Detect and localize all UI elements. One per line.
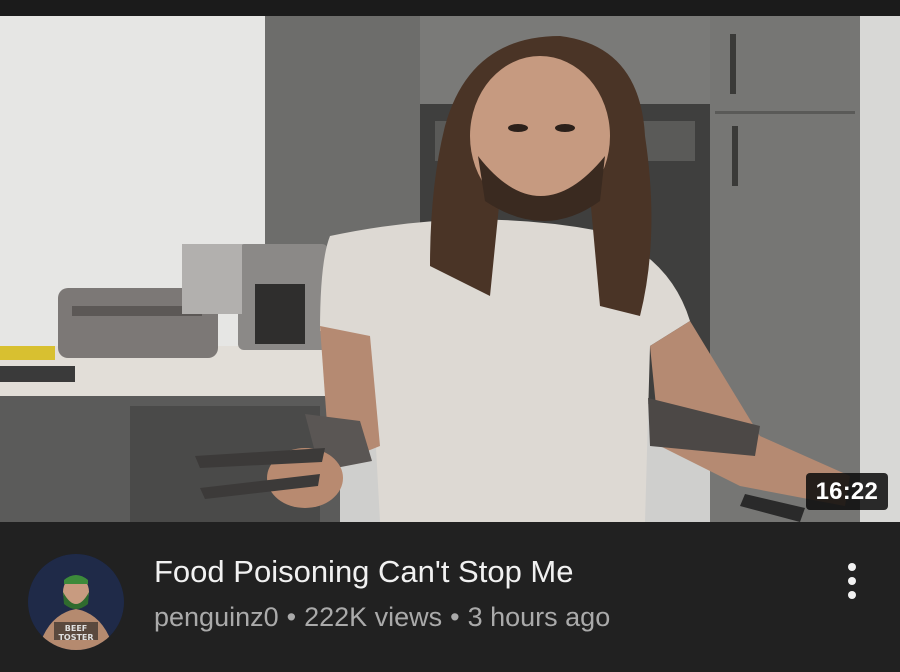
svg-text:BEEF: BEEF: [65, 624, 88, 633]
thumbnail-image: [0, 16, 900, 522]
more-dot: [848, 563, 856, 571]
view-count: 222K views: [304, 602, 443, 632]
duration-badge: 16:22: [805, 473, 888, 510]
separator-dot: •: [286, 602, 297, 632]
channel-name[interactable]: penguinz0: [154, 602, 279, 632]
separator-dot: •: [450, 602, 460, 632]
more-dot: [848, 577, 856, 585]
svg-text:TOSTER: TOSTER: [58, 633, 93, 642]
video-card[interactable]: 16:22 BEEF TOSTER Food Poisoning Can't S…: [0, 0, 900, 672]
top-status-strip: [0, 0, 900, 16]
video-title[interactable]: Food Poisoning Can't Stop Me: [154, 554, 574, 590]
channel-avatar[interactable]: BEEF TOSTER: [28, 554, 124, 650]
avatar-image: BEEF TOSTER: [28, 554, 124, 650]
video-thumbnail[interactable]: 16:22: [0, 16, 900, 522]
more-vert-icon[interactable]: [832, 556, 872, 606]
video-subline: penguinz0 • 222K views • 3 hours ago: [154, 602, 610, 633]
more-dot: [848, 591, 856, 599]
video-meta: BEEF TOSTER Food Poisoning Can't Stop Me…: [0, 522, 900, 672]
upload-age: 3 hours ago: [467, 602, 611, 632]
